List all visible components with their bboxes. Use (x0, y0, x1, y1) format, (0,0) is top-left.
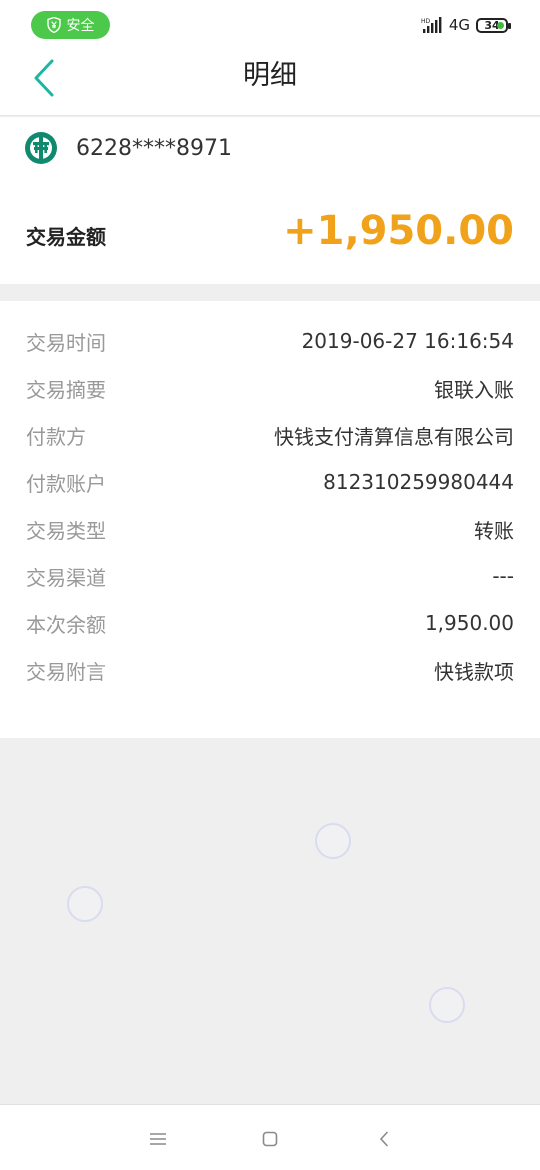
detail-label: 交易渠道 (26, 565, 106, 590)
detail-value: 快钱款项 (434, 659, 514, 684)
header: 明细 (0, 50, 540, 116)
home-button[interactable] (258, 1127, 282, 1151)
network-type: 4G (448, 16, 470, 34)
safe-badge[interactable]: 安全 (31, 11, 110, 39)
detail-row-summary: 交易摘要 银联入账 (0, 373, 540, 403)
detail-label: 交易附言 (26, 659, 106, 684)
detail-value: 1,950.00 (424, 611, 514, 635)
menu-button[interactable] (146, 1127, 170, 1151)
detail-row-balance: 本次余额 1,950.00 (0, 608, 540, 638)
safe-label: 安全 (66, 18, 95, 34)
charging-dot (497, 21, 504, 29)
detail-value: 812310259980444 (323, 470, 514, 494)
detail-label: 交易时间 (26, 330, 106, 355)
svg-text:HD: HD (421, 18, 431, 25)
hd-signal-icon: HD (421, 17, 442, 33)
system-nav-bar (0, 1104, 540, 1170)
floating-circle (67, 886, 103, 922)
account-section: 6228****8971 交易金额 +1,950.00 (0, 117, 540, 284)
section-divider (0, 284, 540, 301)
page-title: 明细 (243, 60, 297, 91)
detail-value: 2019-06-27 16:16:54 (301, 329, 514, 353)
detail-row-time: 交易时间 2019-06-27 16:16:54 (0, 326, 540, 356)
floating-circle (429, 987, 465, 1023)
detail-label: 本次余额 (26, 612, 106, 637)
square-home-icon (262, 1131, 278, 1147)
detail-value: --- (492, 564, 514, 588)
detail-value: 银联入账 (434, 377, 514, 402)
detail-row-type: 交易类型 转账 (0, 514, 540, 544)
back-arrow-icon (379, 1131, 388, 1147)
back-nav-button[interactable] (372, 1127, 396, 1151)
floating-circle (315, 823, 351, 859)
shield-yen-icon (46, 17, 61, 33)
detail-label: 交易摘要 (26, 377, 106, 402)
bank-logo-icon (25, 132, 57, 164)
detail-row-remark: 交易附言 快钱款项 (0, 655, 540, 685)
menu-icon (150, 1133, 166, 1145)
detail-row-payer-account: 付款账户 812310259980444 (0, 467, 540, 497)
detail-row-payer: 付款方 快钱支付清算信息有限公司 (0, 420, 540, 450)
status-right: HD 4G 34 (421, 14, 511, 36)
detail-label: 付款方 (26, 424, 86, 449)
battery-icon: 34 (476, 17, 511, 33)
card-number: 6228****8971 (76, 136, 232, 161)
detail-value: 转账 (474, 518, 514, 543)
status-bar: 安全 HD 4G 34 (0, 0, 540, 50)
amount-label: 交易金额 (26, 225, 106, 249)
detail-value: 快钱支付清算信息有限公司 (274, 424, 514, 449)
detail-label: 交易类型 (26, 518, 106, 543)
amount-value: +1,950.00 (283, 208, 514, 254)
detail-label: 付款账户 (26, 471, 106, 496)
detail-row-channel: 交易渠道 --- (0, 561, 540, 591)
transaction-details: 交易时间 2019-06-27 16:16:54 交易摘要 银联入账 付款方 快… (0, 301, 540, 738)
